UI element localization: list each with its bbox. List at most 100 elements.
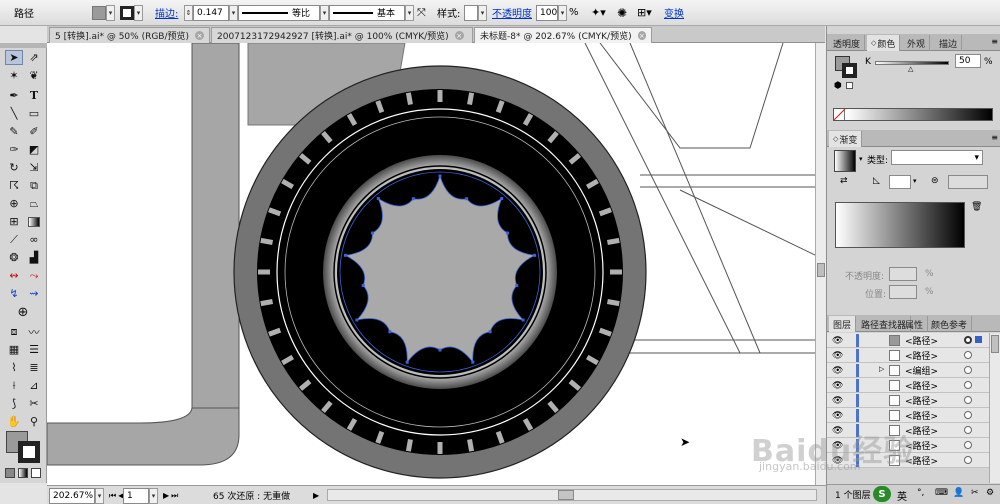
k-slider-thumb[interactable]: △: [908, 65, 913, 73]
stroke-dropdown[interactable]: ▾: [134, 4, 143, 21]
stroke-swatch[interactable]: [120, 5, 134, 20]
target-icon[interactable]: [964, 426, 972, 434]
tab-attributes[interactable]: 属性: [901, 316, 929, 332]
target-icon[interactable]: [964, 336, 972, 344]
layer-row[interactable]: 👁 <路径>: [827, 348, 989, 363]
eye-icon[interactable]: 👁: [832, 381, 843, 391]
none-swatch-icon[interactable]: [833, 108, 846, 121]
scissors-icon[interactable]: ✂: [25, 396, 43, 411]
stroke-weight-dropdown[interactable]: ▾: [229, 4, 238, 21]
style-swatch[interactable]: [464, 4, 478, 21]
brush-select[interactable]: 基本: [329, 4, 405, 21]
last-artboard-icon[interactable]: ⏭: [171, 491, 178, 501]
target-icon[interactable]: [964, 441, 972, 449]
expand-triangle-icon[interactable]: ▷: [879, 365, 884, 373]
artboard-field[interactable]: 1: [123, 487, 149, 504]
none-mode-icon[interactable]: [31, 468, 41, 478]
brush-dropdown[interactable]: ▾: [405, 4, 414, 21]
close-icon[interactable]: ×: [195, 31, 204, 40]
recolor-icon[interactable]: ⤧: [417, 4, 426, 21]
eye-icon[interactable]: 👁: [832, 411, 843, 421]
measure-icon[interactable]: ⊿: [25, 378, 43, 393]
layer-row[interactable]: 👁 <路径>: [827, 408, 989, 423]
hand-icon[interactable]: ✋: [5, 414, 23, 429]
gradient-position-field[interactable]: [889, 285, 917, 299]
layer-row[interactable]: 👁 <路径>: [827, 378, 989, 393]
brush-icon[interactable]: ✎: [5, 124, 23, 139]
pen-icon[interactable]: ✒: [5, 88, 23, 103]
warp-tool-icon[interactable]: ⤳: [25, 268, 43, 283]
gradient-icon[interactable]: [25, 214, 43, 229]
line-icon[interactable]: ╲: [5, 106, 23, 121]
rotate-icon[interactable]: ↻: [5, 160, 23, 175]
color-mode-icon[interactable]: [5, 468, 15, 478]
reverse-gradient-icon[interactable]: ⇄: [840, 176, 848, 186]
punctuation-icon[interactable]: °,: [917, 488, 924, 498]
hscroll-thumb[interactable]: [558, 490, 574, 500]
artboard-canvas[interactable]: ➤: [47, 43, 815, 485]
gradient-thumb[interactable]: [834, 150, 856, 172]
profile-select[interactable]: 等比: [238, 4, 320, 21]
web-safe-icon[interactable]: [846, 82, 853, 89]
isolate-icon[interactable]: ✺: [617, 4, 627, 21]
target-icon[interactable]: [964, 396, 972, 404]
target-icon[interactable]: [964, 381, 972, 389]
selection-indicator[interactable]: [975, 336, 982, 343]
stroke-link[interactable]: 描边:: [155, 5, 178, 20]
panel-menu-icon[interactable]: ≡: [991, 37, 998, 46]
layer-row[interactable]: 👁 ▷ <编组>: [827, 363, 989, 378]
layer-row[interactable]: 👁 <路径>: [827, 438, 989, 453]
fill-swatch[interactable]: [92, 5, 106, 20]
blend-icon[interactable]: ∞: [25, 232, 43, 247]
gradient-type-select[interactable]: ▾: [891, 150, 983, 165]
eyedropper-2-icon[interactable]: ⟊: [5, 378, 23, 393]
type-icon[interactable]: T: [25, 88, 43, 103]
width-tool-icon[interactable]: ↭: [5, 268, 23, 283]
eyedropper-icon[interactable]: ⟋: [5, 232, 23, 247]
delete-stop-icon[interactable]: 🗑: [971, 202, 982, 212]
blob-brush-icon[interactable]: ✑: [5, 142, 23, 157]
tab-document-3[interactable]: 未标题-8* @ 202.67% (CMYK/预览) ×: [474, 27, 652, 43]
first-artboard-icon[interactable]: ⏮: [109, 491, 116, 501]
ime-mode[interactable]: 英: [897, 488, 907, 503]
rectangle-icon[interactable]: ▭: [25, 106, 43, 121]
free-transform-icon[interactable]: ⧉: [25, 178, 43, 193]
live-paint-icon[interactable]: ↯: [5, 286, 23, 301]
layer-row[interactable]: 👁 <路径>: [827, 393, 989, 408]
tab-gradient[interactable]: ◇ 渐变: [829, 131, 863, 147]
stroke-weight-stepper[interactable]: ⇕: [184, 4, 193, 21]
layers-scrollbar[interactable]: [989, 333, 1000, 483]
ime-logo-icon[interactable]: S: [873, 486, 891, 502]
angle-field[interactable]: [889, 175, 911, 189]
shape-builder-icon[interactable]: ⊕: [5, 196, 23, 211]
next-artboard-icon[interactable]: ▶: [163, 491, 169, 500]
color-stroke-swatch[interactable]: [842, 63, 857, 78]
transform-link[interactable]: 变换: [664, 5, 684, 20]
warp-icon[interactable]: ☈: [5, 178, 23, 193]
tab-color-guide[interactable]: 颜色参考: [927, 316, 973, 332]
knife-icon[interactable]: ⟆: [5, 396, 23, 411]
settings-icon[interactable]: ✂: [971, 488, 979, 498]
tools-icon[interactable]: ⚙: [986, 488, 994, 498]
aspect-field[interactable]: [948, 175, 988, 189]
mesh-icon[interactable]: ⊞: [5, 214, 23, 229]
target-icon[interactable]: [964, 456, 972, 464]
gamut-icon[interactable]: ⬢: [834, 81, 842, 91]
list-icon[interactable]: ☰: [25, 342, 43, 357]
gradient-thumb-dropdown[interactable]: ▾: [859, 155, 863, 163]
status-menu-icon[interactable]: ▶: [313, 488, 319, 503]
layers-scroll-thumb[interactable]: [991, 335, 999, 353]
eye-icon[interactable]: 👁: [832, 441, 843, 451]
angle-icon[interactable]: ◺: [873, 176, 880, 186]
style-dropdown[interactable]: ▾: [478, 4, 487, 21]
perspective-icon[interactable]: ⏢: [25, 196, 43, 211]
selection-tool-icon[interactable]: ➤: [5, 50, 23, 65]
bars-icon[interactable]: ≣: [25, 360, 43, 375]
crosshair-icon[interactable]: ⊕: [14, 305, 32, 320]
opacity-field[interactable]: 100: [536, 4, 558, 21]
eraser-icon[interactable]: ◩: [25, 142, 43, 157]
opacity-dropdown[interactable]: ▾: [558, 4, 567, 21]
vertical-scrollbar[interactable]: [815, 43, 826, 485]
k-value-field[interactable]: 50: [955, 54, 981, 68]
tab-transparency[interactable]: 透明度: [829, 35, 866, 51]
